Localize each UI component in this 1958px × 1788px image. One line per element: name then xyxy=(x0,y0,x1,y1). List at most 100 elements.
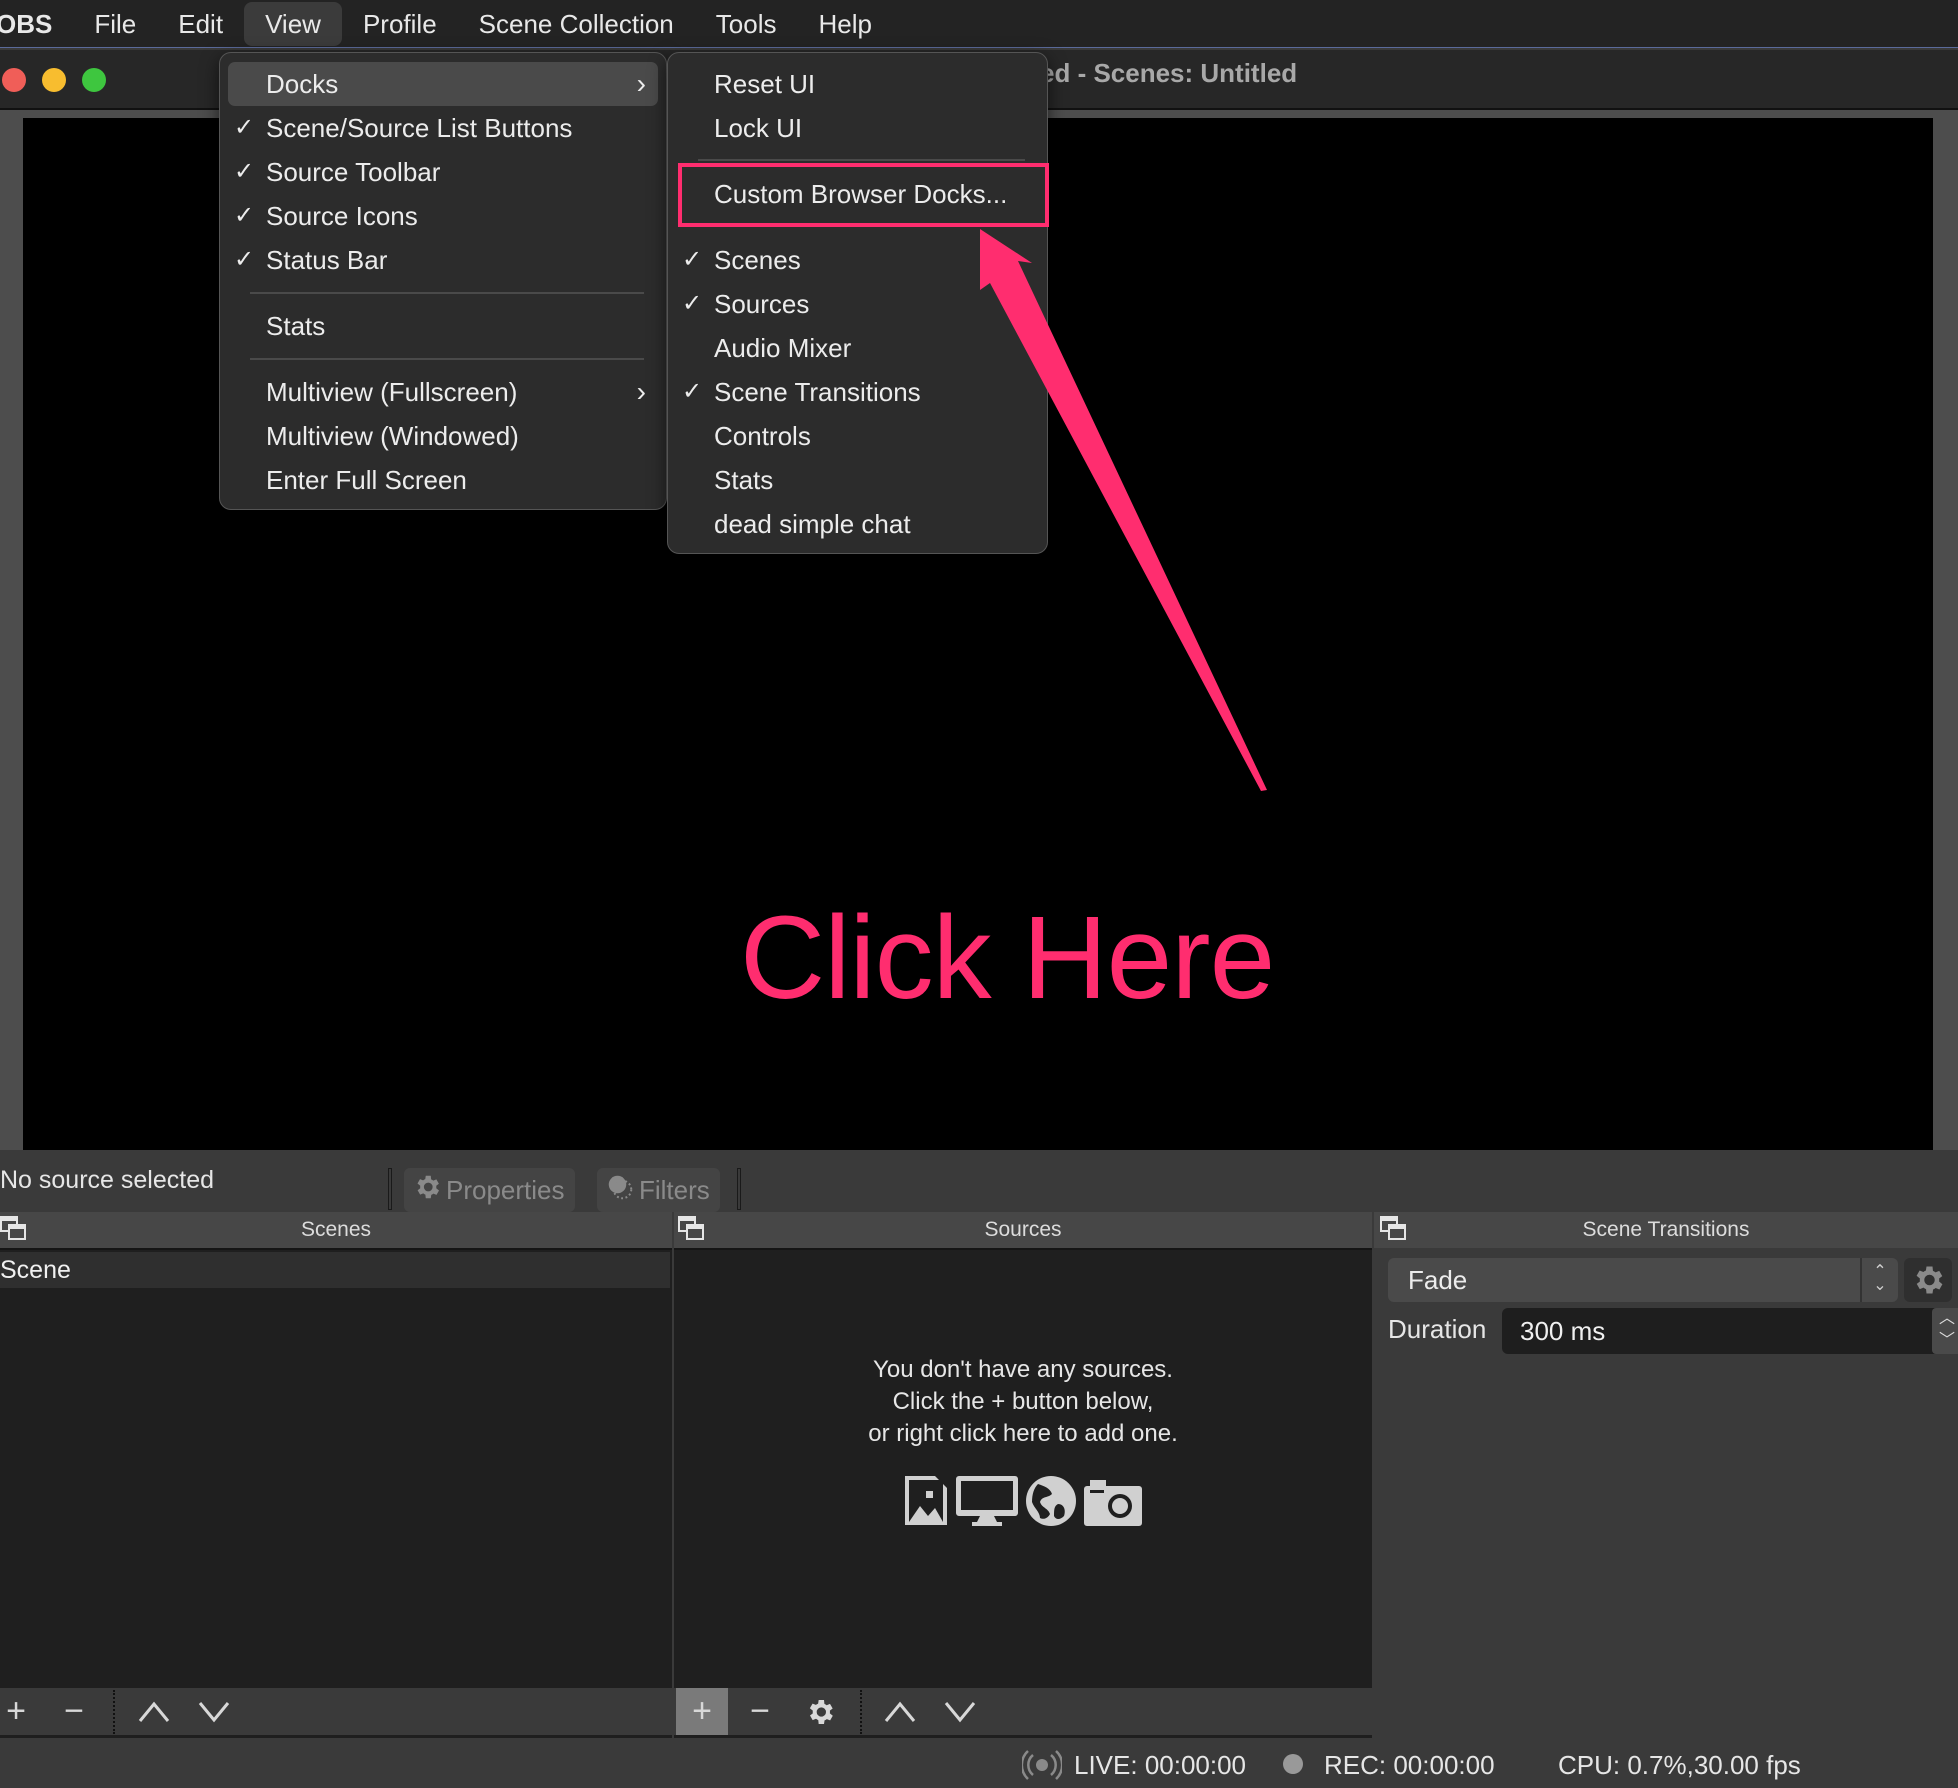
menu-item-label: Status Bar xyxy=(266,245,388,275)
scenes-dock-buttons: + − xyxy=(0,1688,672,1738)
sources-dock-title: Sources xyxy=(984,1218,1062,1241)
menu-item-label: Sources xyxy=(714,289,810,319)
monitor-icon xyxy=(956,1476,1018,1526)
docks-submenu: Reset UI Lock UI Custom Browser Docks...… xyxy=(667,52,1048,554)
menu-tools[interactable]: Tools xyxy=(695,2,798,46)
scene-transitions-dock: Scene Transitions Fade ⌃ ⌄ Duration 300 m… xyxy=(1374,1212,1958,1740)
button-separator xyxy=(860,1690,862,1734)
menu-item-dead-simple-chat[interactable]: dead simple chat xyxy=(676,502,1039,546)
menu-view[interactable]: View xyxy=(244,1,342,46)
chevron-down-icon xyxy=(198,1701,230,1722)
scene-list-item[interactable]: Scene xyxy=(0,1252,670,1288)
select-stepper-icon: ⌃ ⌄ xyxy=(1860,1258,1898,1302)
source-status-label: No source selected xyxy=(0,1166,215,1194)
remove-source-button[interactable]: − xyxy=(734,1688,786,1735)
source-toolbar: No source selected Properties Filters xyxy=(0,1150,1958,1212)
menu-item-status-bar[interactable]: ✓ Status Bar xyxy=(228,238,658,282)
chevron-up-icon xyxy=(138,1701,170,1722)
chevron-right-icon: › xyxy=(636,376,646,407)
menu-item-multiview-windowed[interactable]: Multiview (Windowed) xyxy=(228,414,658,458)
float-dock-icon[interactable] xyxy=(1380,1216,1408,1242)
add-source-button[interactable]: + xyxy=(676,1688,728,1735)
filters-label: Filters xyxy=(639,1174,710,1205)
sources-list[interactable]: You don't have any sources. Click the + … xyxy=(674,1248,1372,1688)
menu-item-scene-transitions[interactable]: ✓ Scene Transitions xyxy=(676,370,1039,414)
close-window-button[interactable] xyxy=(2,68,26,92)
menu-help[interactable]: Help xyxy=(797,2,892,46)
menu-item-docks[interactable]: Docks › xyxy=(228,62,658,106)
menu-bar: OBS File Edit View Profile Scene Collect… xyxy=(0,0,1958,48)
menu-item-audio-mixer[interactable]: Audio Mixer xyxy=(676,326,1039,370)
sources-dock: Sources You don't have any sources. Clic… xyxy=(674,1212,1372,1688)
empty-line: You don't have any sources. xyxy=(873,1356,1173,1383)
transition-settings-button[interactable] xyxy=(1904,1258,1952,1302)
float-dock-icon[interactable] xyxy=(0,1216,28,1242)
menu-item-stats[interactable]: Stats xyxy=(228,304,658,348)
filter-icon xyxy=(605,1172,635,1209)
plus-icon: + xyxy=(692,1692,712,1730)
scenes-dock-title: Scenes xyxy=(300,1218,372,1241)
menu-item-stats[interactable]: Stats xyxy=(676,458,1039,502)
annotation-click-here-text: Click Here xyxy=(740,892,1275,1024)
menu-item-enter-full-screen[interactable]: Enter Full Screen xyxy=(228,458,658,502)
add-scene-button[interactable]: + xyxy=(0,1688,42,1735)
transition-selected-value: Fade xyxy=(1408,1265,1468,1295)
menu-item-scene-source-list-buttons[interactable]: ✓ Scene/Source List Buttons xyxy=(228,106,658,150)
menu-edit[interactable]: Edit xyxy=(157,2,244,46)
sources-dock-buttons: + − xyxy=(674,1688,1372,1738)
maximize-window-button[interactable] xyxy=(82,68,106,92)
menu-item-source-toolbar[interactable]: ✓ Source Toolbar xyxy=(228,150,658,194)
menu-item-lock-ui[interactable]: Lock UI xyxy=(676,106,1039,150)
menu-file[interactable]: File xyxy=(73,2,157,46)
move-scene-up-button[interactable] xyxy=(128,1688,180,1735)
menu-item-label: Multiview (Fullscreen) xyxy=(266,377,518,407)
transitions-dock-title: Scene Transitions xyxy=(1582,1218,1750,1241)
duration-label: Duration xyxy=(1388,1314,1487,1344)
cpu-fps-stats: CPU: 0.7%,30.00 fps xyxy=(1558,1750,1801,1780)
move-scene-down-button[interactable] xyxy=(188,1688,240,1735)
menu-obs[interactable]: OBS xyxy=(0,2,73,46)
properties-button[interactable]: Properties xyxy=(404,1168,575,1212)
globe-icon xyxy=(1026,1476,1076,1526)
menu-item-label: Stats xyxy=(266,311,326,341)
transitions-dock-header: Scene Transitions xyxy=(1374,1212,1958,1248)
filters-button[interactable]: Filters xyxy=(597,1168,720,1212)
menu-profile[interactable]: Profile xyxy=(342,2,458,46)
remove-scene-button[interactable]: − xyxy=(48,1688,100,1735)
toolbar-separator xyxy=(737,1168,741,1210)
menu-item-multiview-fullscreen[interactable]: Multiview (Fullscreen) › xyxy=(228,370,658,414)
gear-icon xyxy=(412,1172,442,1209)
menu-item-controls[interactable]: Controls xyxy=(676,414,1039,458)
source-properties-button[interactable] xyxy=(794,1688,846,1735)
transition-select[interactable]: Fade ⌃ ⌄ xyxy=(1388,1258,1898,1302)
menu-item-label: Lock UI xyxy=(714,113,803,143)
minimize-window-button[interactable] xyxy=(42,68,66,92)
menu-item-sources[interactable]: ✓ Sources xyxy=(676,282,1039,326)
spin-up-icon[interactable]: ︿ xyxy=(1932,1308,1958,1330)
checkmark-icon: ✓ xyxy=(682,246,703,273)
menu-item-label: Scene/Source List Buttons xyxy=(266,113,573,143)
checkmark-icon: ✓ xyxy=(682,290,703,317)
spin-down-icon[interactable]: ﹀ xyxy=(1932,1330,1958,1352)
menu-item-label: Source Toolbar xyxy=(266,157,441,187)
move-source-down-button[interactable] xyxy=(934,1688,986,1735)
menu-item-reset-ui[interactable]: Reset UI xyxy=(676,62,1039,106)
move-source-up-button[interactable] xyxy=(874,1688,926,1735)
record-indicator-icon xyxy=(1283,1754,1303,1774)
duration-spinner[interactable]: ︿ ﹀ xyxy=(1932,1308,1958,1354)
menu-item-label: dead simple chat xyxy=(714,509,911,539)
menu-item-label: Docks xyxy=(266,69,339,99)
menu-item-source-icons[interactable]: ✓ Source Icons xyxy=(228,194,658,238)
menu-item-scenes[interactable]: ✓ Scenes xyxy=(676,238,1039,282)
menu-item-label: Stats xyxy=(714,465,774,495)
image-icon xyxy=(905,1476,947,1525)
duration-input[interactable]: 300 ms xyxy=(1502,1308,1946,1354)
menu-scene-collection[interactable]: Scene Collection xyxy=(458,2,695,46)
menu-item-label: Controls xyxy=(714,421,811,451)
menu-item-label: Audio Mixer xyxy=(714,333,852,363)
float-dock-icon[interactable] xyxy=(678,1216,706,1242)
status-bar: LIVE: 00:00:00 REC: 00:00:00 CPU: 0.7%,3… xyxy=(0,1740,1958,1788)
source-type-icons xyxy=(674,1474,1372,1528)
live-timer: LIVE: 00:00:00 xyxy=(1074,1750,1247,1780)
scenes-dock-header: Scenes xyxy=(0,1212,672,1248)
